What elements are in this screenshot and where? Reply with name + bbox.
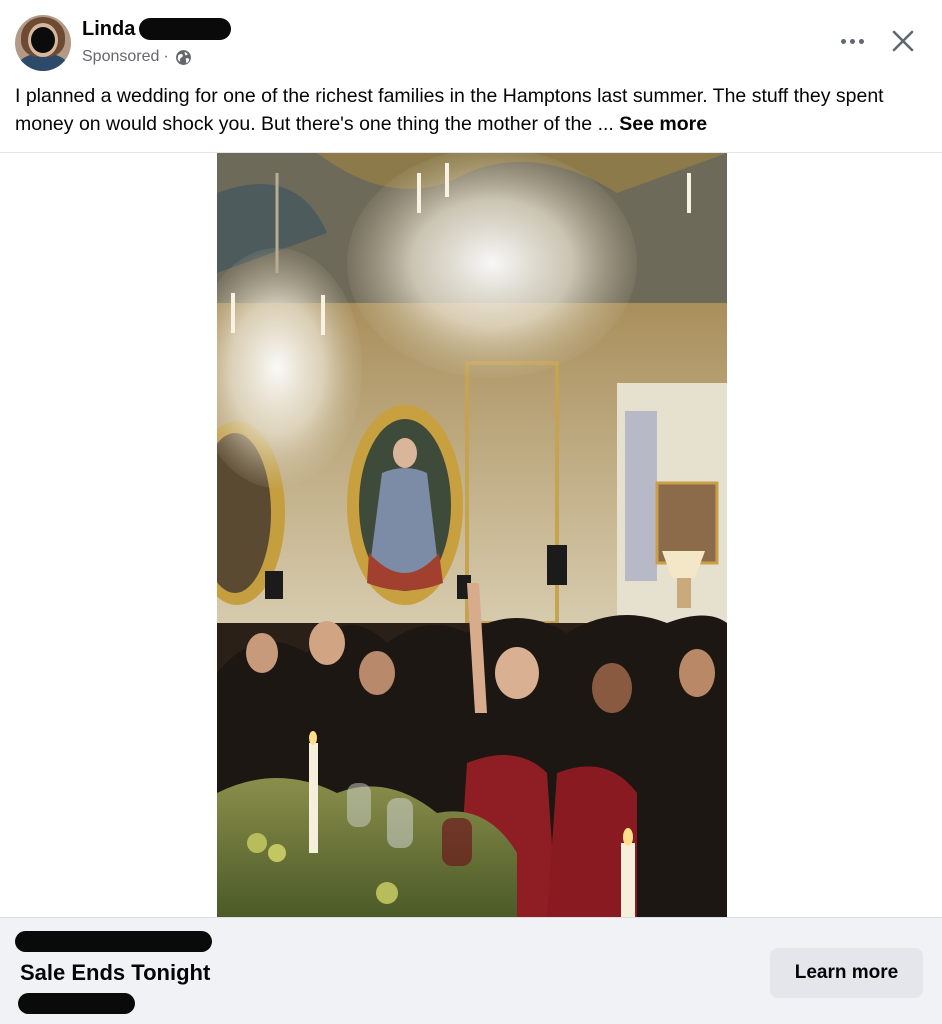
footer-redaction-bottom [18,993,135,1014]
ad-photo[interactable] [217,153,727,917]
post-meta: Sponsored · [82,46,192,68]
ad-footer: Sale Ends Tonight Learn more [0,917,942,1024]
avatar-redaction [31,27,55,53]
close-icon[interactable] [886,24,920,58]
ad-headline[interactable]: Sale Ends Tonight [20,960,210,986]
learn-more-button[interactable]: Learn more [770,948,923,998]
more-options-icon[interactable] [834,26,870,56]
author-name[interactable]: Linda [82,18,135,41]
meta-separator: · [163,48,169,65]
avatar[interactable] [15,15,71,71]
author-line: Linda [82,16,232,42]
footer-redaction-top [15,931,212,952]
see-more-link[interactable]: See more [619,113,707,135]
post-body: I planned a wedding for one of the riche… [15,85,884,135]
media-frame [0,153,942,917]
post-text: I planned a wedding for one of the riche… [15,82,920,138]
ad-photo-illustration [217,153,727,917]
author-name-redaction [139,18,232,40]
sponsored-label[interactable]: Sponsored [82,48,159,66]
post-header: Linda Sponsored · [0,0,942,80]
globe-icon[interactable] [175,49,192,66]
